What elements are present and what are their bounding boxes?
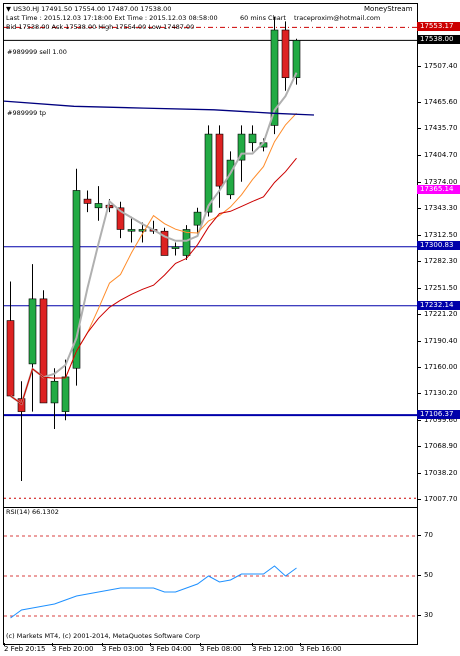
- price-level-label: 17365.14: [417, 185, 460, 195]
- price-level-label: 17300.83: [417, 241, 460, 251]
- price-tick-label: 17130.20: [416, 389, 458, 398]
- time-tick-label: 3 Feb 20:00: [52, 643, 94, 653]
- price-tick-label: 17343.30: [416, 204, 458, 213]
- price-tick-label: 17435.70: [416, 124, 458, 133]
- time-tick-label: 3 Feb 03:00: [102, 643, 144, 653]
- bear-candle-body: [83, 198, 92, 204]
- price-tick-label: 17190.40: [416, 336, 458, 345]
- time-tick-label: 3 Feb 12:00: [252, 643, 294, 653]
- price-level-label: 17553.17: [417, 22, 460, 32]
- candle: [94, 186, 103, 221]
- bull-candle-body: [193, 211, 202, 226]
- price-tick-label: 17038.20: [416, 468, 458, 477]
- time-tick-label: 3 Feb 16:00: [300, 643, 342, 653]
- price-tick-label: 17312.50: [416, 230, 458, 239]
- price-tick-label: 17221.20: [416, 310, 458, 319]
- bull-candle-body: [50, 380, 59, 404]
- bull-candle-body: [248, 133, 257, 144]
- time-axis: 2 Feb 20:15 3 Feb 20:00 3 Feb 03:00 3 Feb 0…: [0, 643, 460, 656]
- price-tick-label: 17507.40: [416, 61, 458, 70]
- price-level-label: 17232.14: [417, 300, 460, 310]
- copyright-footer: (c) Markets MT4, (c) 2001-2014, MetaQuot…: [6, 632, 201, 640]
- time-tick-label: 2 Feb 20:15: [4, 643, 46, 653]
- time-tick-label: 3 Feb 08:00: [200, 643, 242, 653]
- timeframe-note: 60 mins Chart: [240, 14, 286, 22]
- candle: [28, 264, 37, 412]
- mid-moving-average: [10, 112, 297, 405]
- bull-candle-body: [127, 229, 136, 232]
- sell-order-label: #989999 sell 1.00: [7, 48, 67, 56]
- price-level-label: 17106.37: [417, 409, 460, 419]
- candle: [160, 227, 169, 256]
- bull-candle-body: [292, 40, 301, 79]
- bull-candle-body: [204, 133, 213, 213]
- fast-moving-average: [9, 72, 298, 406]
- price-level-label: 17538.00: [417, 35, 460, 45]
- slow-moving-average: [10, 157, 297, 405]
- price-tick-label: 17007.70: [416, 495, 458, 504]
- bear-candle-body: [39, 298, 48, 404]
- price-tick-label: 17251.50: [416, 283, 458, 292]
- last-time-info: Last Time : 2015.12.03 17:18:00 Ext Time…: [6, 14, 218, 22]
- rsi-canvas[interactable]: [4, 508, 417, 644]
- bull-candle-body: [61, 376, 70, 412]
- rsi-tick-label: 30: [417, 611, 433, 619]
- rsi-line: [10, 565, 297, 619]
- candle: [39, 290, 48, 404]
- candle: [6, 281, 15, 397]
- bull-candle-body: [28, 298, 37, 365]
- time-tick-label: 3 Feb 04:00: [150, 643, 192, 653]
- candle: [72, 168, 81, 386]
- candle: [83, 190, 92, 213]
- rsi-title: RSI(14) 66.1302: [6, 508, 59, 516]
- email-note: traceproxim@hotmail.com: [294, 14, 381, 22]
- chart-window[interactable]: ▼ US30.HJ 17491.50 17554.00 17487.00 175…: [0, 0, 460, 656]
- candle: [127, 216, 136, 243]
- symbol-info: ▼ US30.HJ 17491.50 17554.00 17487.00 175…: [6, 5, 172, 13]
- price-tick-label: 17068.90: [416, 442, 458, 451]
- take-profit-label: #989999 tp: [7, 109, 46, 117]
- rsi-tick-label: 70: [417, 531, 433, 539]
- candle: [281, 21, 290, 91]
- bear-candle-body: [215, 133, 224, 187]
- price-tick-label: 17465.60: [416, 98, 458, 107]
- candle: [171, 242, 180, 256]
- brand-label: MoneyStream: [364, 5, 413, 13]
- bull-candle-body: [171, 246, 180, 249]
- main-chart[interactable]: ▼ US30.HJ 17491.50 17554.00 17487.00 175…: [3, 3, 418, 508]
- price-tick-label: 17282.30: [416, 257, 458, 266]
- candle: [116, 201, 125, 239]
- rsi-tick-label: 50: [417, 571, 433, 579]
- candle: [61, 359, 70, 421]
- candle: [248, 125, 257, 152]
- bear-candle-body: [281, 29, 290, 79]
- bid-ask-info: Bid 17538.00 Ask 17538.00 High 17554.00 …: [6, 23, 195, 31]
- bear-candle-body: [6, 320, 15, 397]
- price-tick-label: 17404.70: [416, 151, 458, 160]
- bull-candle-body: [182, 229, 191, 256]
- rsi-axis: 70 50 30: [417, 507, 460, 643]
- price-chart-canvas[interactable]: [4, 4, 417, 507]
- candle: [50, 368, 59, 429]
- bull-candle-body: [94, 203, 103, 209]
- rsi-panel[interactable]: RSI(14) 66.1302 (c) Markets MT4, (c) 200…: [3, 507, 418, 645]
- price-axis: 17507.40 17465.60 17435.70 17404.70 17374.00…: [416, 3, 460, 506]
- long-moving-average: [4, 100, 315, 116]
- price-tick-label: 17160.00: [416, 363, 458, 372]
